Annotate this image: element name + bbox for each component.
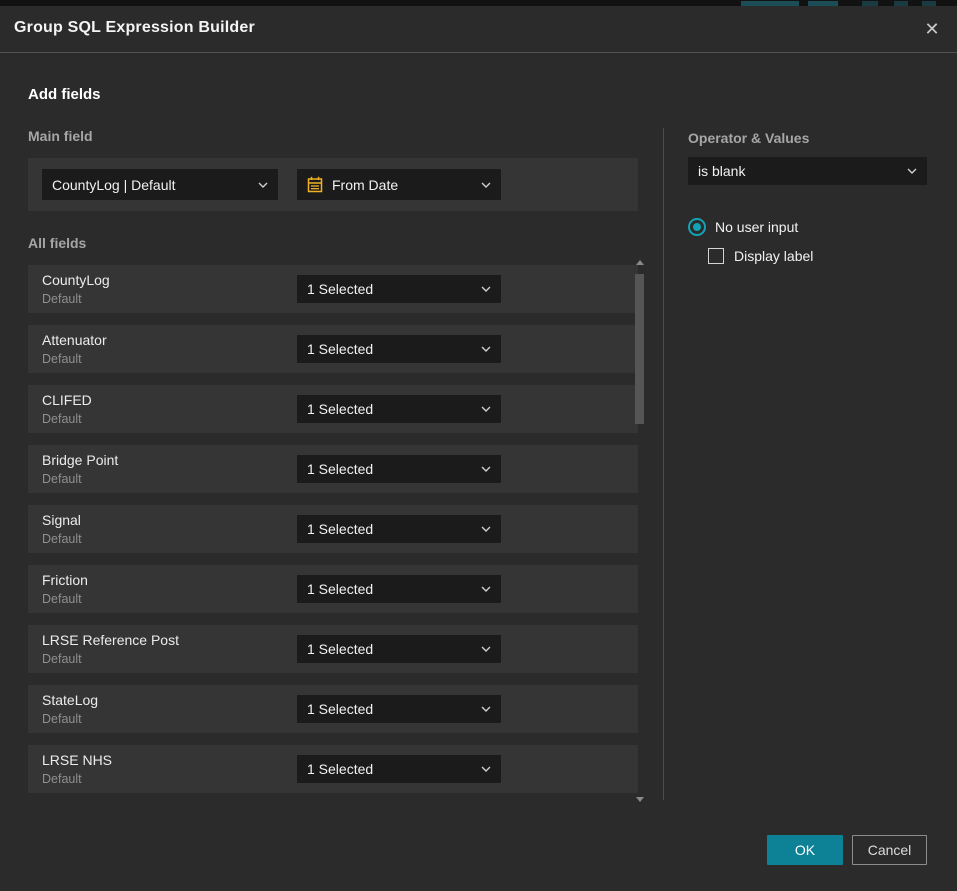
field-selection-dropdown[interactable]: 1 Selected	[297, 695, 501, 723]
field-sublabel: Default	[42, 472, 82, 486]
field-name: Friction	[42, 572, 88, 588]
scrollbar-up-icon[interactable]	[636, 260, 644, 265]
dialog-title: Group SQL Expression Builder	[14, 19, 255, 37]
selection-value: 1 Selected	[307, 281, 475, 297]
field-row: CountyLog Default 1 Selected	[28, 265, 638, 313]
chevron-down-icon	[258, 182, 268, 188]
chevron-down-icon	[481, 406, 491, 412]
all-fields-label: All fields	[28, 235, 86, 251]
radio-selected-icon	[688, 218, 706, 236]
field-sublabel: Default	[42, 592, 82, 606]
field-name: CountyLog	[42, 272, 110, 288]
operator-values-label: Operator & Values	[688, 130, 809, 146]
field-sublabel: Default	[42, 292, 82, 306]
field-name: Attenuator	[42, 332, 107, 348]
field-sublabel: Default	[42, 712, 82, 726]
field-name: LRSE Reference Post	[42, 632, 179, 648]
dialog-titlebar: Group SQL Expression Builder ✕	[0, 6, 957, 53]
field-row: Friction Default 1 Selected	[28, 565, 638, 613]
all-fields-list: CountyLog Default 1 Selected Attenuator …	[28, 265, 638, 793]
selection-value: 1 Selected	[307, 641, 475, 657]
chevron-down-icon	[481, 346, 491, 352]
no-user-input-radio[interactable]: No user input	[688, 218, 798, 236]
screen: Group SQL Expression Builder ✕ Add field…	[0, 0, 957, 891]
chevron-down-icon	[481, 286, 491, 292]
field-selection-dropdown[interactable]: 1 Selected	[297, 395, 501, 423]
column-divider	[663, 128, 664, 800]
field-sublabel: Default	[42, 532, 82, 546]
scrollbar-thumb[interactable]	[635, 274, 644, 424]
calendar-icon	[307, 176, 323, 193]
selection-value: 1 Selected	[307, 341, 475, 357]
field-name: CLIFED	[42, 392, 92, 408]
field-name: StateLog	[42, 692, 98, 708]
chevron-down-icon	[907, 168, 917, 174]
ok-button[interactable]: OK	[767, 835, 843, 865]
close-icon[interactable]: ✕	[921, 18, 943, 40]
field-selection-dropdown[interactable]: 1 Selected	[297, 515, 501, 543]
main-field-panel: CountyLog | Default From Date	[28, 158, 638, 211]
chevron-down-icon	[481, 466, 491, 472]
main-field-field-dropdown[interactable]: From Date	[297, 169, 501, 200]
selection-value: 1 Selected	[307, 521, 475, 537]
checkbox-unchecked-icon	[708, 248, 724, 264]
cancel-button[interactable]: Cancel	[852, 835, 927, 865]
field-sublabel: Default	[42, 772, 82, 786]
field-sublabel: Default	[42, 412, 82, 426]
add-fields-heading: Add fields	[28, 86, 101, 103]
chevron-down-icon	[481, 646, 491, 652]
no-user-input-label: No user input	[715, 219, 798, 235]
field-selection-dropdown[interactable]: 1 Selected	[297, 575, 501, 603]
selection-value: 1 Selected	[307, 461, 475, 477]
field-selection-dropdown[interactable]: 1 Selected	[297, 275, 501, 303]
display-label-text: Display label	[734, 248, 813, 264]
field-name: Bridge Point	[42, 452, 118, 468]
list-scrollbar[interactable]	[634, 256, 646, 806]
chevron-down-icon	[481, 182, 491, 188]
list-viewport-clip	[0, 794, 680, 891]
chevron-down-icon	[481, 766, 491, 772]
field-selection-dropdown[interactable]: 1 Selected	[297, 635, 501, 663]
group-sql-expression-builder-dialog: Group SQL Expression Builder ✕ Add field…	[0, 6, 957, 891]
field-sublabel: Default	[42, 652, 82, 666]
chevron-down-icon	[481, 706, 491, 712]
field-selection-dropdown[interactable]: 1 Selected	[297, 755, 501, 783]
field-dropdown-value: From Date	[332, 177, 475, 193]
field-row: Attenuator Default 1 Selected	[28, 325, 638, 373]
field-selection-dropdown[interactable]: 1 Selected	[297, 335, 501, 363]
field-row: Signal Default 1 Selected	[28, 505, 638, 553]
operator-dropdown[interactable]: is blank	[688, 157, 927, 185]
selection-value: 1 Selected	[307, 761, 475, 777]
field-name: LRSE NHS	[42, 752, 112, 768]
layer-dropdown-value: CountyLog | Default	[52, 177, 252, 193]
field-row: LRSE Reference Post Default 1 Selected	[28, 625, 638, 673]
field-row: StateLog Default 1 Selected	[28, 685, 638, 733]
chevron-down-icon	[481, 586, 491, 592]
chevron-down-icon	[481, 526, 491, 532]
field-row: CLIFED Default 1 Selected	[28, 385, 638, 433]
field-row: LRSE NHS Default 1 Selected	[28, 745, 638, 793]
operator-dropdown-value: is blank	[698, 163, 901, 179]
field-name: Signal	[42, 512, 81, 528]
selection-value: 1 Selected	[307, 401, 475, 417]
field-selection-dropdown[interactable]: 1 Selected	[297, 455, 501, 483]
main-field-layer-dropdown[interactable]: CountyLog | Default	[42, 169, 278, 200]
selection-value: 1 Selected	[307, 701, 475, 717]
main-field-label: Main field	[28, 128, 93, 144]
scrollbar-down-icon[interactable]	[636, 797, 644, 802]
field-sublabel: Default	[42, 352, 82, 366]
selection-value: 1 Selected	[307, 581, 475, 597]
display-label-checkbox[interactable]: Display label	[708, 248, 813, 264]
field-row: Bridge Point Default 1 Selected	[28, 445, 638, 493]
